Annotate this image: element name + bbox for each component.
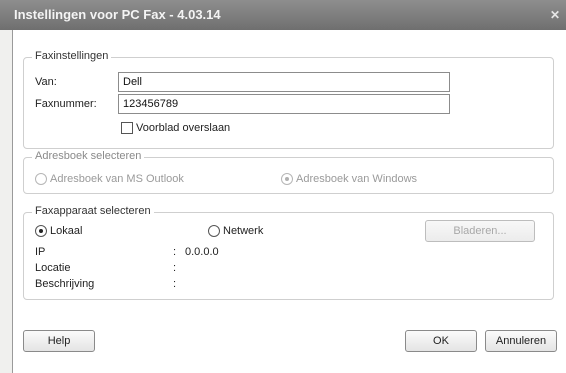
title-bar: Instellingen voor PC Fax - 4.03.14 ✕ <box>0 0 566 30</box>
ip-label: IP <box>35 246 46 258</box>
from-label: Van: <box>35 76 57 88</box>
dialog-content: Faxinstellingen Van: Dell Faxnummer: 123… <box>12 30 566 373</box>
local-radio-label: Lokaal <box>50 225 83 237</box>
ip-separator: : <box>173 246 177 258</box>
browse-button[interactable]: Bladeren... <box>425 220 535 242</box>
description-separator: : <box>173 278 177 290</box>
address-book-legend: Adresboek selecteren <box>32 150 145 162</box>
description-label: Beschrijving <box>35 278 95 290</box>
from-input[interactable]: Dell <box>118 72 450 92</box>
cancel-button[interactable]: Annuleren <box>485 330 557 352</box>
close-icon[interactable]: ✕ <box>550 0 560 30</box>
ok-button[interactable]: OK <box>405 330 477 352</box>
skip-cover-checkbox[interactable] <box>121 122 133 134</box>
fax-device-legend: Faxapparaat selecteren <box>32 205 154 217</box>
location-separator: : <box>173 262 177 274</box>
help-button[interactable]: Help <box>23 330 95 352</box>
window-title: Instellingen voor PC Fax - 4.03.14 <box>14 7 221 22</box>
pc-fax-settings-window: Instellingen voor PC Fax - 4.03.14 ✕ Fax… <box>0 0 566 373</box>
outlook-radio[interactable] <box>35 173 47 185</box>
fax-number-label: Faxnummer: <box>35 98 97 110</box>
network-radio-label: Netwerk <box>223 225 264 237</box>
location-label: Locatie <box>35 262 71 274</box>
local-radio[interactable] <box>35 225 47 237</box>
fax-number-input[interactable]: 123456789 <box>118 94 450 114</box>
network-radio[interactable] <box>208 225 220 237</box>
fax-settings-legend: Faxinstellingen <box>32 50 112 62</box>
windows-radio[interactable] <box>281 173 293 185</box>
windows-radio-label: Adresboek van Windows <box>296 173 418 185</box>
skip-cover-label: Voorblad overslaan <box>136 122 231 134</box>
outlook-radio-label: Adresboek van MS Outlook <box>50 173 184 185</box>
ip-value: 0.0.0.0 <box>185 246 219 258</box>
